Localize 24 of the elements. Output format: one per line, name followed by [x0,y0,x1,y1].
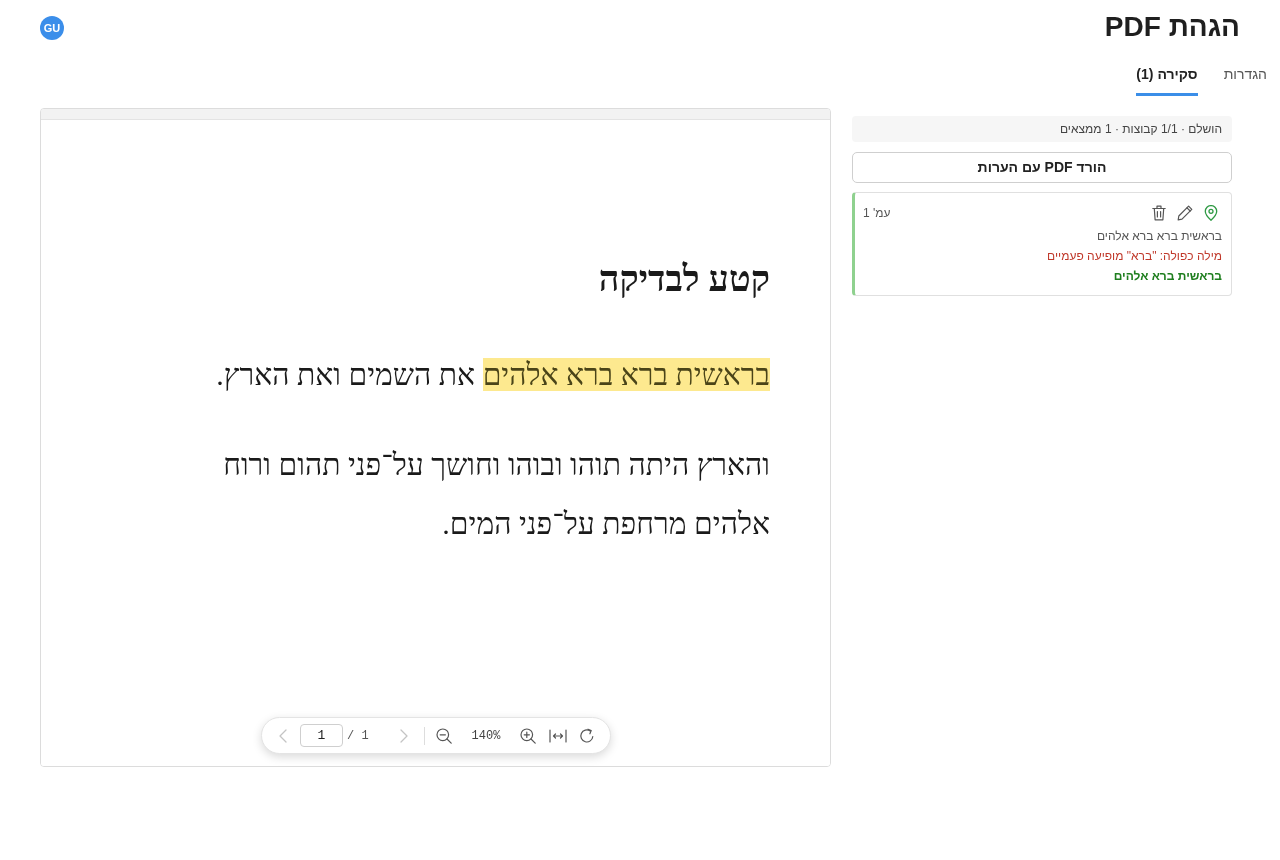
document-heading: קטע לבדיקה [598,258,770,301]
document-text: והארץ היתה תוהו ובוהו וחושך על־פני תהום ורוח [223,448,770,481]
page-count: / 1 [347,727,369,745]
fit-width-icon[interactable] [549,728,567,743]
document-text: אלהים מרחפת על־פני המים. [442,507,770,540]
map-pin-icon[interactable] [1204,205,1218,221]
page-title: הגהת PDF [1104,10,1240,44]
tab[interactable]: הגדרות [1223,60,1267,96]
download-button[interactable]: הורד PDF עם הערות [852,152,1232,183]
pencil-icon[interactable] [1177,205,1193,221]
original-text: בראשית ברא ברא אלהים [1095,228,1222,245]
zoom-level: 140% [470,727,502,745]
page-number: עמ' 1 [863,205,891,222]
page-number-input[interactable]: 1 [300,724,343,747]
suggestion-text: בראשית ברא אלהים [1112,268,1222,285]
rotate-icon[interactable] [579,727,595,744]
zoom-out-icon[interactable] [436,727,452,744]
zoom-in-icon[interactable] [520,727,536,744]
trash-icon[interactable] [1152,205,1166,221]
document-text: את השמים ואת הארץ. [216,358,477,391]
status-summary: הושלם · 1/1 קבוצות · 1 ממצאים [852,116,1232,142]
issue-text: מילה כפולה: "ברא" מופיעה פעמיים [1046,248,1222,265]
highlighted-text: בראשית ברא ברא אלהים [482,358,770,391]
tab[interactable]: סקירה (1) [1136,60,1198,96]
